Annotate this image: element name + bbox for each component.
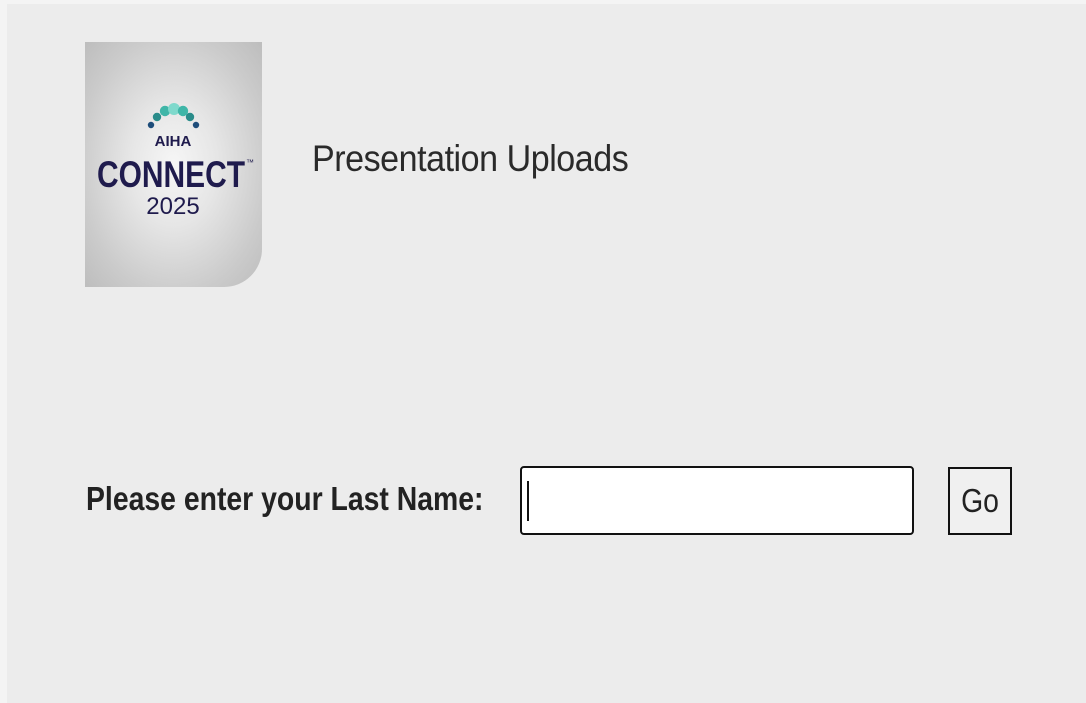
page-title: Presentation Uploads <box>312 138 629 179</box>
logo-graphic: AIHA CONNECT ™ 2025 <box>97 103 254 220</box>
text-caret <box>527 481 529 521</box>
logo-year-text: 2025 <box>146 193 199 220</box>
lastname-input[interactable] <box>520 466 914 535</box>
logo-trademark: ™ <box>246 158 254 167</box>
aiha-connect-2025-logo: AIHA CONNECT ™ 2025 <box>85 42 262 287</box>
logo-dot <box>152 112 162 122</box>
logo-dot <box>192 121 200 129</box>
go-button[interactable]: Go <box>948 467 1012 535</box>
logo-dot <box>147 121 155 129</box>
logo-org-text: AIHA <box>155 133 192 150</box>
logo-dot <box>185 112 195 122</box>
logo-dot <box>168 103 180 115</box>
lastname-form: Please enter your Last Name: Go <box>86 465 1026 537</box>
lastname-label: Please enter your Last Name: <box>86 480 484 517</box>
logo-event-text: CONNECT <box>97 154 245 195</box>
go-button-label: Go <box>961 482 999 519</box>
